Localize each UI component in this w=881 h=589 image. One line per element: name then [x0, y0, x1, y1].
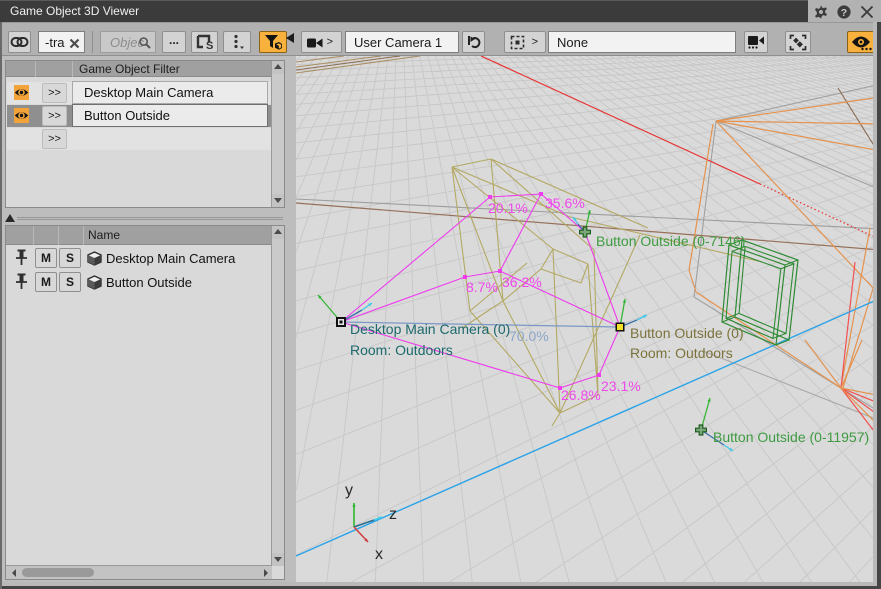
svg-text:70.0%: 70.0%	[509, 328, 549, 344]
svg-text:26.8%: 26.8%	[561, 387, 601, 403]
svg-text:Room: Outdoors: Room: Outdoors	[630, 345, 733, 361]
svg-text:35.6%: 35.6%	[545, 195, 585, 211]
svg-text:S: S	[206, 40, 213, 51]
svg-text:?: ?	[841, 7, 847, 19]
svg-text:Desktop Main Camera (0): Desktop Main Camera (0)	[350, 321, 510, 337]
svg-text:Button Outside (0-7146): Button Outside (0-7146)	[596, 233, 745, 249]
svg-text:Room: Outdoors: Room: Outdoors	[350, 342, 453, 358]
svg-text:23.1%: 23.1%	[601, 378, 641, 394]
svg-text:8.7%: 8.7%	[466, 279, 498, 295]
svg-text:z: z	[389, 506, 397, 523]
svg-text:y: y	[345, 482, 353, 499]
svg-text:Button Outside (0-11957): Button Outside (0-11957)	[713, 429, 869, 445]
svg-text:x: x	[375, 546, 383, 563]
svg-text:Button Outside (0): Button Outside (0)	[630, 325, 744, 341]
svg-text:20.1%: 20.1%	[488, 200, 528, 216]
svg-text:36.2%: 36.2%	[502, 274, 542, 290]
